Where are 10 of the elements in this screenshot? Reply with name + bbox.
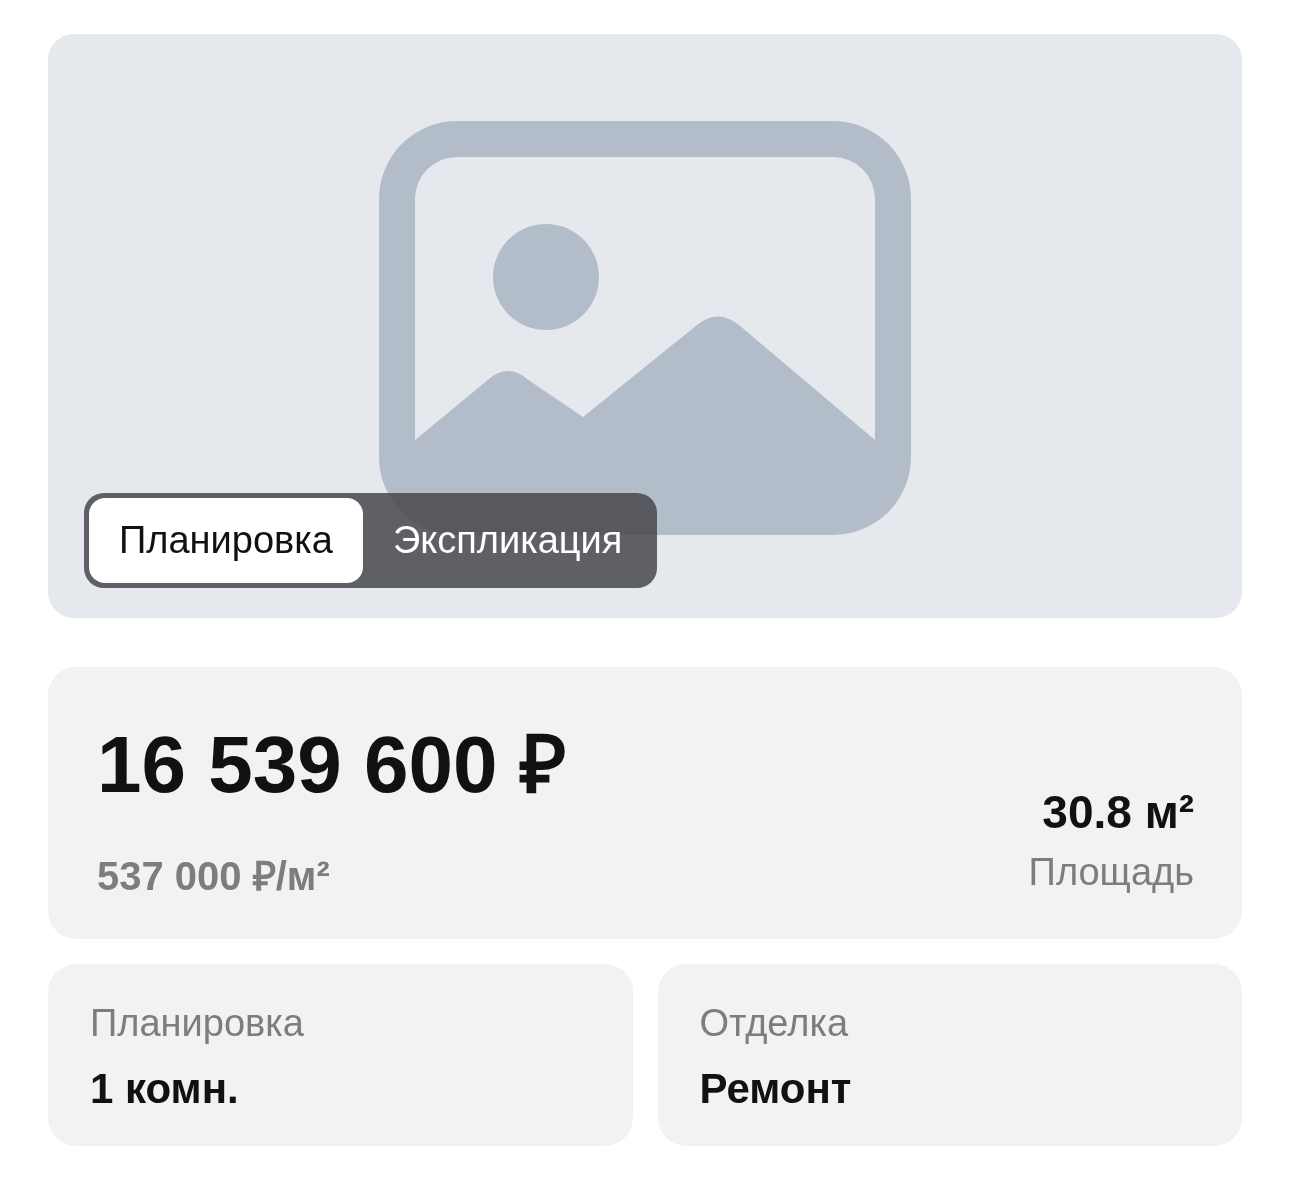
price: 16 539 600 ₽	[97, 725, 567, 805]
tab[interactable]: Экспликация	[362, 498, 653, 583]
tab[interactable]: Планировка	[89, 498, 363, 583]
price-per-meter: 537 000 ₽/м²	[97, 853, 331, 900]
detail-label: Отделка	[699, 1002, 849, 1045]
detail-value: 1 комн.	[90, 1065, 240, 1113]
detail-value: Ремонт	[699, 1065, 853, 1113]
detail-label: Планировка	[90, 1002, 305, 1045]
area-label: Площадь	[1028, 851, 1194, 894]
area-value: 30.8 м²	[1042, 785, 1194, 839]
